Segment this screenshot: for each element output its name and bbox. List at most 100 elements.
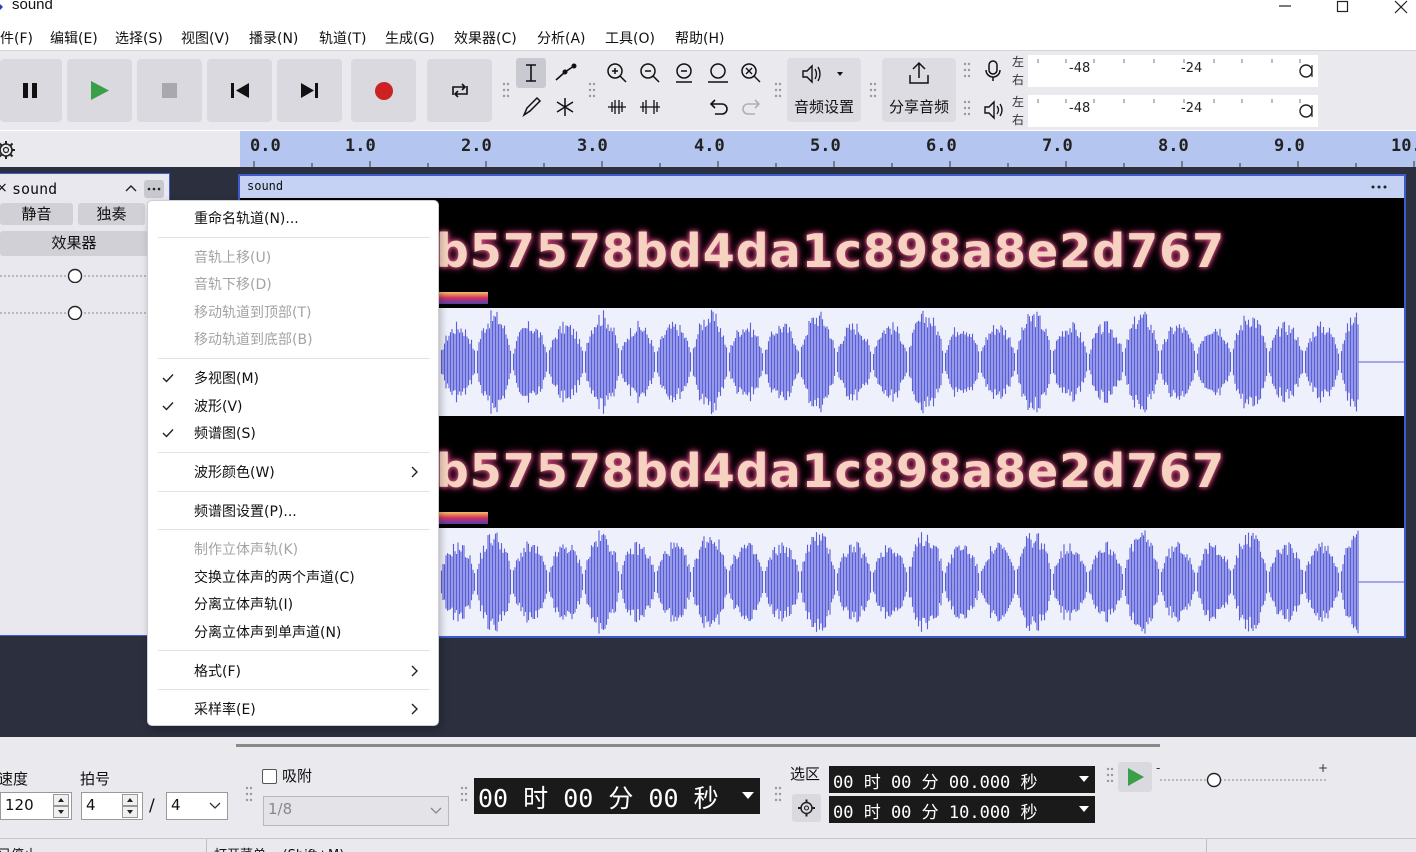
- close-button[interactable]: [1378, 0, 1416, 18]
- toolbar-grip[interactable]: [1106, 766, 1114, 786]
- menu-transport[interactable]: 播录(N): [249, 28, 298, 48]
- snap-checkbox[interactable]: [262, 769, 277, 784]
- play-at-speed-button[interactable]: [1118, 762, 1152, 792]
- ruler-tick-label: 6.0: [926, 136, 957, 156]
- toolbar-grip[interactable]: [774, 785, 782, 805]
- redo-icon[interactable]: [737, 92, 767, 122]
- menu-tracks[interactable]: 轨道(T): [319, 28, 366, 48]
- snap-label: 吸附: [282, 767, 313, 785]
- selection-start-time[interactable]: 00 时 00 分 00.000 秒: [829, 766, 1095, 793]
- spinner-icon[interactable]: [122, 794, 138, 818]
- spinner-icon[interactable]: [53, 794, 69, 818]
- check-icon: [162, 401, 174, 411]
- svg-text:+: +: [1318, 762, 1328, 775]
- pause-button[interactable]: [0, 59, 62, 122]
- minimize-button[interactable]: [1262, 0, 1308, 18]
- selection-settings-gear-icon[interactable]: [792, 794, 821, 822]
- microphone-icon[interactable]: [978, 56, 1008, 86]
- menu-item-spectrogram-settings[interactable]: 频谱图设置(P)...: [194, 501, 297, 521]
- menu-item-split-stereo[interactable]: 分离立体声轨(I): [194, 594, 293, 614]
- menu-tools[interactable]: 工具(O): [605, 28, 655, 48]
- draw-tool-icon[interactable]: [516, 92, 546, 122]
- zoom-out-icon[interactable]: [635, 58, 665, 88]
- snap-select[interactable]: 1/8: [263, 796, 449, 826]
- loop-button[interactable]: [427, 59, 492, 122]
- menu-generate[interactable]: 生成(G): [385, 28, 435, 48]
- toolbar-grip[interactable]: [869, 81, 877, 101]
- menu-item-format[interactable]: 格式(F): [194, 661, 241, 681]
- zoom-toggle-icon[interactable]: [736, 58, 766, 88]
- solo-button[interactable]: 独奏: [78, 203, 145, 225]
- menu-select[interactable]: 选择(S): [115, 28, 163, 48]
- timeline-ruler[interactable]: 0.0 1.0 2.0 3.0 4.0 5.0 6.0 7.0 8.0 9.0 …: [240, 131, 1416, 167]
- track-menu-button[interactable]: [144, 180, 164, 198]
- silence-audio-icon[interactable]: [635, 92, 665, 122]
- undo-icon[interactable]: [703, 92, 733, 122]
- ruler-tick-label: 1.0: [345, 136, 376, 156]
- play-button[interactable]: [67, 59, 132, 122]
- playback-speed-slider[interactable]: - +: [1156, 762, 1332, 792]
- collapse-track-icon[interactable]: [124, 183, 138, 193]
- menu-item-waveform[interactable]: 波形(V): [194, 396, 243, 416]
- share-audio-button[interactable]: 分享音频: [882, 58, 956, 122]
- time-signature-lower-select[interactable]: 4: [166, 792, 228, 820]
- skip-to-end-button[interactable]: [277, 59, 342, 122]
- clip-header[interactable]: sound: [240, 176, 1404, 198]
- menu-item-swap-channels[interactable]: 交换立体声的两个声道(C): [194, 567, 355, 587]
- toolbar-grip[interactable]: [502, 81, 510, 101]
- timeline-settings-gear-icon[interactable]: [0, 138, 18, 162]
- toolbar-grip[interactable]: [963, 61, 971, 81]
- menu-item-rename-track[interactable]: 重命名轨道(N)...: [194, 208, 299, 228]
- track-name[interactable]: sound: [12, 180, 57, 198]
- selection-end-time[interactable]: 00 时 00 分 10.000 秒: [829, 796, 1095, 823]
- time-signature-upper-input[interactable]: 4: [81, 792, 143, 820]
- menu-file[interactable]: 件(F): [0, 28, 33, 48]
- horizontal-scrollbar[interactable]: [236, 744, 1160, 747]
- toolbar-grip[interactable]: [963, 99, 971, 119]
- record-button[interactable]: [351, 59, 416, 122]
- menu-analyze[interactable]: 分析(A): [537, 28, 586, 48]
- menu-item-wave-color[interactable]: 波形颜色(W): [194, 462, 275, 482]
- fit-selection-icon[interactable]: [669, 58, 699, 88]
- selection-tool-icon[interactable]: [516, 58, 546, 88]
- speaker-icon[interactable]: [978, 95, 1008, 125]
- menu-item-multi-view[interactable]: 多视图(M): [194, 368, 259, 388]
- zoom-in-icon[interactable]: [602, 58, 632, 88]
- menu-bar: 件(F) 编辑(E) 选择(S) 视图(V) 播录(N) 轨道(T) 生成(G)…: [0, 24, 1416, 50]
- audio-setup-button[interactable]: 音频设置: [787, 58, 861, 122]
- status-bar: 已停止 打开菜单... (Shift+M): [0, 838, 1416, 852]
- track-control-panel[interactable]: × sound 静音 独奏 效果器: [0, 173, 170, 636]
- time-display[interactable]: 00 时 00 分 00 秒: [474, 778, 760, 814]
- clip-menu-icon[interactable]: [1368, 179, 1390, 195]
- envelope-tool-icon[interactable]: [550, 58, 580, 88]
- menu-view[interactable]: 视图(V): [181, 28, 230, 48]
- effects-button[interactable]: 效果器: [0, 231, 148, 256]
- check-icon: [162, 428, 174, 438]
- multi-tool-icon[interactable]: [550, 92, 580, 122]
- title-bar: sound: [0, 0, 1416, 24]
- trim-audio-icon[interactable]: [602, 92, 632, 122]
- skip-to-start-button[interactable]: [207, 59, 272, 122]
- toolbar-grip[interactable]: [774, 81, 782, 101]
- menu-edit[interactable]: 编辑(E): [50, 28, 98, 48]
- stop-button[interactable]: [137, 59, 202, 122]
- mute-button[interactable]: 静音: [0, 203, 73, 225]
- pan-slider[interactable]: [0, 304, 146, 320]
- gain-slider[interactable]: [0, 267, 146, 283]
- menu-item-spectrogram[interactable]: 频谱图(S): [194, 423, 256, 443]
- clip-name[interactable]: sound: [247, 179, 283, 193]
- record-meter-left-label: 左: [1012, 55, 1025, 69]
- toolbar-grip[interactable]: [245, 785, 253, 805]
- menu-item-sample-rate[interactable]: 采样率(E): [194, 699, 256, 719]
- playback-meter-scale-2: -24: [1181, 101, 1203, 116]
- svg-text:-: -: [1156, 762, 1160, 775]
- toolbar-grip[interactable]: [588, 81, 596, 101]
- menu-help[interactable]: 帮助(H): [675, 28, 724, 48]
- toolbar-grip[interactable]: [460, 785, 468, 805]
- fit-project-icon[interactable]: [703, 58, 733, 88]
- tempo-input[interactable]: 120: [0, 792, 72, 820]
- track-close-icon[interactable]: ×: [0, 180, 8, 196]
- maximize-button[interactable]: [1320, 0, 1366, 18]
- menu-item-split-stereo-mono[interactable]: 分离立体声到单声道(N): [194, 622, 341, 642]
- menu-effect[interactable]: 效果器(C): [454, 28, 517, 48]
